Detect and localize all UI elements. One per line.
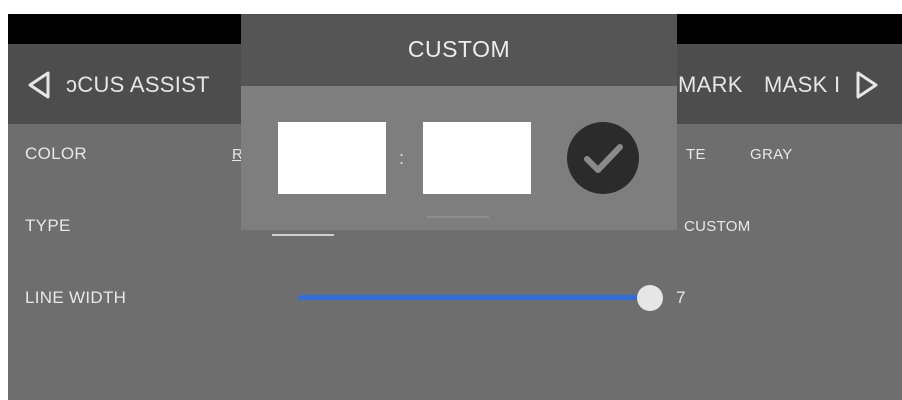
type-option-dashed[interactable] (272, 234, 334, 236)
aspect-height-input[interactable] (423, 122, 531, 194)
type-option-custom[interactable]: CUSTOM (684, 218, 751, 235)
chevron-right-icon[interactable] (854, 70, 880, 105)
line-width-slider[interactable] (298, 295, 650, 300)
custom-dialog-header: CUSTOM (241, 14, 677, 86)
line-width-slider-handle[interactable] (637, 285, 663, 311)
checkmark-icon (567, 144, 639, 198)
nav-item-focus-assist[interactable]: ɔCUS ASSIST (66, 72, 210, 98)
aspect-width-input[interactable] (278, 122, 386, 194)
chevron-left-icon[interactable] (26, 70, 52, 105)
confirm-button[interactable] (567, 122, 639, 194)
line-width-label: LINE WIDTH (25, 288, 127, 307)
color-option-gray[interactable]: GRAY (750, 146, 793, 163)
color-label: COLOR (25, 144, 87, 163)
aspect-separator: : (399, 148, 405, 168)
nav-item-mark[interactable]: MARK (678, 72, 743, 98)
dialog-title: CUSTOM (407, 36, 511, 62)
dialog-handle (427, 216, 489, 218)
type-label: TYPE (25, 216, 71, 235)
color-option-white[interactable]: TE (686, 146, 706, 163)
line-width-value: 7 (676, 288, 686, 307)
custom-dialog-body: : (241, 86, 677, 230)
nav-item-mask[interactable]: MASK I (764, 72, 840, 98)
